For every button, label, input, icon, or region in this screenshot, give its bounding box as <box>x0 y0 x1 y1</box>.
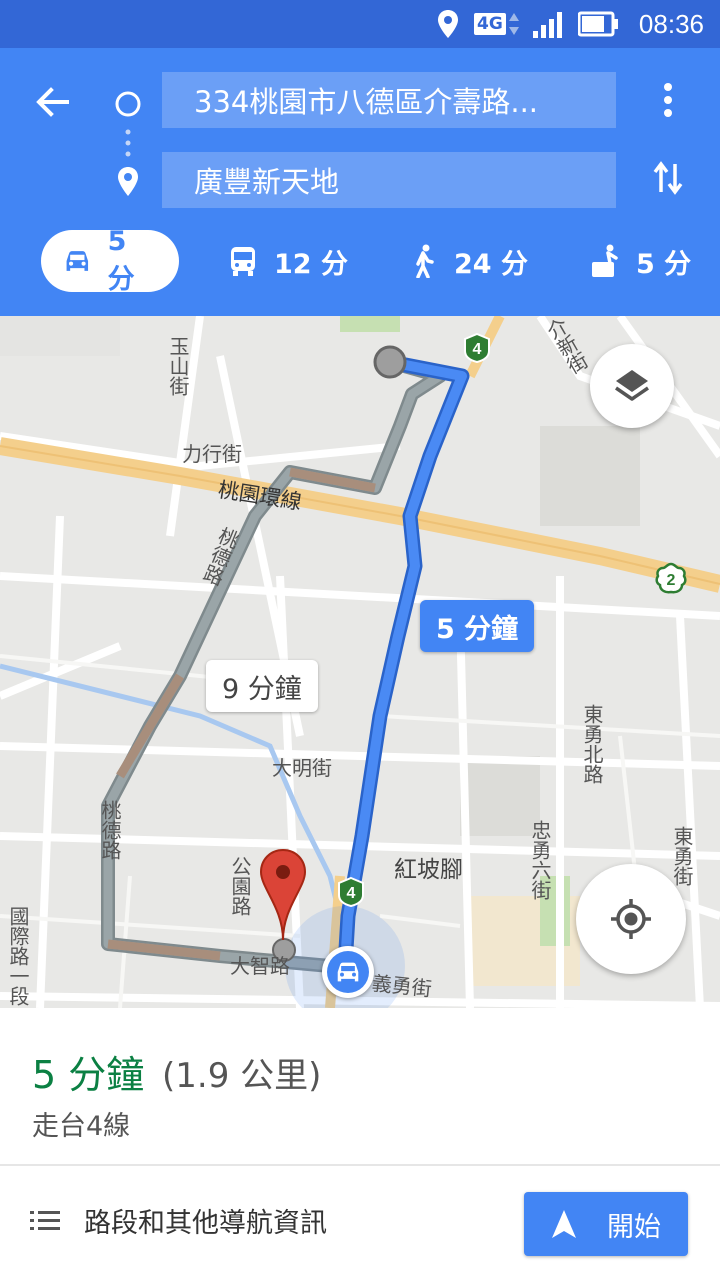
my-location-button[interactable] <box>576 864 686 974</box>
origin-field[interactable]: 334桃園市八德區介壽路... <box>162 72 616 128</box>
signal-icon <box>532 0 568 48</box>
origin-circle-icon <box>110 86 146 122</box>
route-shield-4-top: 4 <box>462 332 492 368</box>
network-4g-icon: 4G <box>474 0 520 48</box>
start-label: 開始 <box>607 1211 661 1243</box>
primary-route-time-bubble[interactable]: 5 分鐘 <box>420 600 535 652</box>
destination-pin-icon <box>110 162 146 202</box>
route-shield-2-label: 2 <box>667 572 676 589</box>
route-shield-2: 2 <box>654 562 688 600</box>
navigation-arrow-icon <box>552 1210 576 1238</box>
route-summary-sheet[interactable]: 5 分鐘 (1.9 公里) 走台4線 路段和其他導航資訊 開始 <box>0 1008 720 1280</box>
current-location-car-icon <box>322 946 374 998</box>
map-label-hongpojiao: 紅坡腳 <box>394 857 463 883</box>
map-label-zhongyong6: 忠勇六街 <box>528 820 552 900</box>
map-label-yushan: 玉山街 <box>166 336 190 396</box>
tab-ride-time: 5 分 <box>636 248 692 280</box>
destination-field[interactable]: 廣豐新天地 <box>162 152 616 208</box>
destination-marker-icon <box>258 848 308 952</box>
layers-button[interactable] <box>590 344 674 428</box>
layers-icon <box>615 370 649 401</box>
map-label-yiyong: 義勇街 <box>370 970 433 1002</box>
status-time: 08:36 <box>638 8 704 39</box>
divider <box>0 1164 720 1166</box>
route-duration: 5 分鐘 <box>32 1053 145 1097</box>
tab-ride[interactable]: 5 分 <box>590 230 691 292</box>
location-icon <box>436 0 460 48</box>
tab-transit-time: 12 分 <box>274 248 348 280</box>
crosshair-icon <box>611 899 651 939</box>
tab-transit[interactable]: 12 分 <box>228 230 348 292</box>
map-label-taode-lower: 桃德路 <box>98 800 122 860</box>
bus-icon <box>231 247 255 276</box>
list-icon <box>30 1211 60 1230</box>
tab-drive-time: 5 分 <box>107 226 135 295</box>
network-label: 4G <box>474 13 506 35</box>
ride-icon <box>592 244 618 277</box>
route-distance: (1.9 公里) <box>162 1056 322 1096</box>
tab-walk[interactable]: 24 分 <box>410 230 528 292</box>
swap-icon[interactable] <box>644 154 692 202</box>
directions-header: 334桃園市八德區介壽路... 廣豐新天地 5 分 12 分 24 分 5 分 <box>0 48 720 316</box>
map-label-daming: 大明街 <box>272 756 332 780</box>
start-navigation-button[interactable]: 開始 <box>524 1192 688 1256</box>
steps-button[interactable]: 路段和其他導航資訊 <box>28 1188 327 1252</box>
car-icon <box>66 251 89 271</box>
route-shield-4-bottom-label: 4 <box>347 885 356 902</box>
map-label-lixing: 力行街 <box>182 442 242 466</box>
alt-route-time-bubble[interactable]: 9 分鐘 <box>206 660 318 712</box>
route-via: 走台4線 <box>32 1111 131 1142</box>
map-label-dongyong: 東勇街 <box>670 826 694 886</box>
tab-drive[interactable]: 5 分 <box>41 226 179 295</box>
walk-icon <box>416 244 434 278</box>
route-shield-4-bottom: 4 <box>336 876 366 912</box>
route-dots <box>125 128 131 162</box>
back-arrow-icon[interactable] <box>24 74 80 130</box>
more-vert-icon[interactable] <box>644 76 692 124</box>
map-label-dazhi: 大智路 <box>230 954 290 978</box>
map-label-gongyuan: 公園路 <box>228 856 252 916</box>
map-view[interactable]: 4 4 2 玉山街 力行街 桃園環線 桃德路 桃德路 大明街 紅坡腳 公園路 大… <box>0 316 720 1008</box>
status-bar: 4G 08:36 <box>0 0 720 48</box>
tab-walk-time: 24 分 <box>454 248 528 280</box>
battery-icon <box>578 0 620 48</box>
map-label-guoji: 國際路一段 <box>6 906 30 1006</box>
map-label-dongyongbei: 東勇北路 <box>580 704 604 784</box>
steps-label: 路段和其他導航資訊 <box>84 1207 327 1239</box>
route-shield-4-top-label: 4 <box>473 341 482 358</box>
